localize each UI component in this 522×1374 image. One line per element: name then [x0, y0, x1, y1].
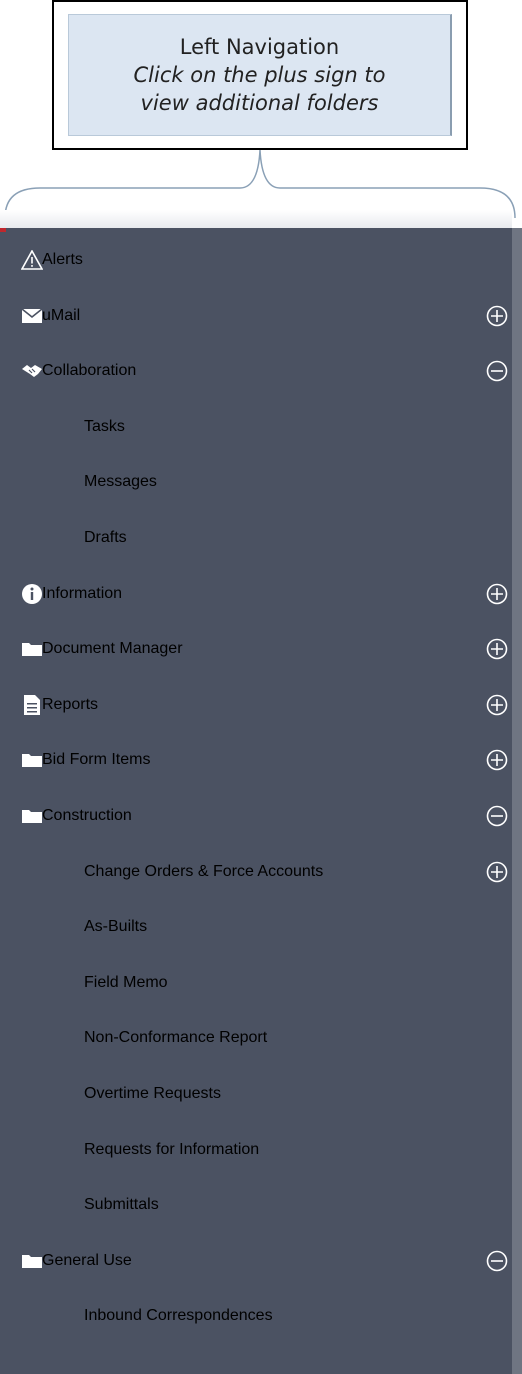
- expand-plus-icon[interactable]: [486, 861, 508, 883]
- nav-item-label: Information: [42, 584, 123, 602]
- nav-item-label: As-Builts: [84, 918, 148, 936]
- nav-item-label: Change Orders & Force Accounts: [84, 862, 324, 880]
- nav-item-label: Inbound Correspondences: [84, 1307, 273, 1325]
- scrollbar[interactable]: [512, 228, 522, 1374]
- nav-item-label: Field Memo: [84, 973, 168, 991]
- collapse-minus-icon[interactable]: [486, 360, 508, 382]
- folder-icon: [20, 1251, 44, 1271]
- envelope-icon: [20, 306, 44, 326]
- nav-item-label: Bid Form Items: [42, 751, 151, 769]
- collapse-minus-icon[interactable]: [486, 1250, 508, 1272]
- nav-item-label: Overtime Requests: [84, 1085, 221, 1102]
- nav-item-bid-form-items[interactable]: Bid Form Items: [0, 740, 512, 780]
- nav-item-construction[interactable]: Construction: [0, 796, 512, 836]
- active-marker: [0, 228, 6, 232]
- expand-plus-icon[interactable]: [486, 583, 508, 605]
- nav-item-label: Collaboration: [42, 362, 137, 380]
- nav-item-field-memo[interactable]: Field Memo: [0, 963, 512, 1003]
- nav-item-non-conformance-report[interactable]: Non-Conformance Report: [0, 1018, 512, 1058]
- nav-item-label: Reports: [42, 695, 99, 713]
- expand-plus-icon[interactable]: [486, 694, 508, 716]
- callout-text-box: Left Navigation Click on the plus sign t…: [68, 14, 452, 136]
- expand-plus-icon[interactable]: [486, 638, 508, 660]
- nav-item-label: Messages: [84, 473, 157, 491]
- handshake-icon: [20, 361, 44, 381]
- nav-item-alerts[interactable]: Alerts: [0, 240, 512, 280]
- nav-item-label: Requests for Information: [84, 1140, 260, 1158]
- nav-item-change-orders-and-force-accounts[interactable]: Change Orders & Force Accounts: [0, 852, 512, 892]
- collapse-minus-icon[interactable]: [486, 805, 508, 827]
- warning-icon: [20, 250, 44, 270]
- nav-item-as-builts[interactable]: As-Builts: [0, 907, 512, 947]
- nav-item-label: uMail: [42, 306, 81, 324]
- nav-item-reports[interactable]: Reports: [0, 685, 512, 725]
- nav-item-inbound-correspondences[interactable]: Inbound Correspondences: [0, 1296, 512, 1336]
- nav-item-information[interactable]: Information: [0, 574, 512, 614]
- expand-plus-icon[interactable]: [486, 749, 508, 771]
- info-icon: [20, 583, 44, 604]
- nav-item-label: Construction: [42, 807, 132, 824]
- nav-item-submittals[interactable]: Submittals: [0, 1185, 512, 1225]
- callout-box: Left Navigation Click on the plus sign t…: [52, 0, 468, 150]
- nav-item-requests-for-information[interactable]: Requests for Information: [0, 1130, 512, 1170]
- nav-item-collaboration[interactable]: Collaboration: [0, 351, 512, 391]
- nav-item-general-use[interactable]: General Use: [0, 1241, 512, 1281]
- nav-item-label: Drafts: [84, 529, 127, 546]
- folder-icon: [20, 639, 44, 659]
- nav-item-umail[interactable]: uMail: [0, 296, 512, 336]
- folder-icon: [20, 750, 44, 770]
- nav-item-label: Tasks: [84, 417, 125, 435]
- nav-item-label: General Use: [42, 1251, 132, 1269]
- nav-item-label: Document Manager: [42, 640, 183, 658]
- callout-instruction-line-2: view additional folders: [140, 91, 379, 115]
- folder-icon: [20, 806, 44, 826]
- nav-item-messages[interactable]: Messages: [0, 462, 512, 502]
- nav-item-label: Non-Conformance Report: [84, 1029, 268, 1047]
- document-icon: [20, 694, 44, 715]
- nav-item-overtime-requests[interactable]: Overtime Requests: [0, 1074, 512, 1114]
- nav-item-label: Alerts: [42, 251, 83, 268]
- nav-item-tasks[interactable]: Tasks: [0, 407, 512, 447]
- callout-instruction-line-1: Click on the plus sign to: [133, 63, 386, 87]
- nav-top-shadow: [0, 210, 512, 228]
- expand-plus-icon[interactable]: [486, 305, 508, 327]
- nav-item-document-manager[interactable]: Document Manager: [0, 629, 512, 669]
- nav-item-drafts[interactable]: Drafts: [0, 518, 512, 558]
- callout-title: Left Navigation: [179, 35, 340, 59]
- nav-item-label: Submittals: [84, 1196, 159, 1214]
